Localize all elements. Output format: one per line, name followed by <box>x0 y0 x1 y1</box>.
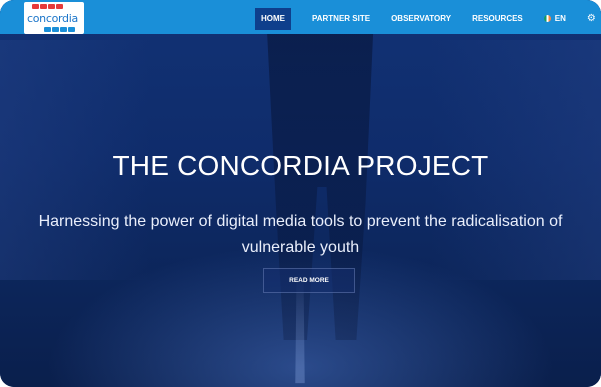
logo-text: concordia <box>27 12 78 25</box>
logo-block-icon <box>68 27 75 32</box>
logo-block-icon <box>60 27 67 32</box>
language-switcher[interactable]: EN <box>543 8 566 30</box>
logo-block-icon <box>48 4 55 9</box>
logo-block-icon <box>44 27 51 32</box>
nav-item-home[interactable]: HOME <box>255 8 291 30</box>
nav-item-observatory[interactable]: OBSERVATORY <box>391 8 451 30</box>
read-more-button[interactable]: READ MORE <box>263 268 355 293</box>
hero-title: THE CONCORDIA PROJECT <box>112 150 489 181</box>
nav-item-resources[interactable]: RESOURCES <box>472 8 523 30</box>
hero-subtitle: Harnessing the power of digital media to… <box>38 213 563 256</box>
logo-block-icon <box>40 4 47 9</box>
page-frame: concordia HOME PARTNER SITE OBSERVATORY … <box>0 0 601 387</box>
ireland-flag-icon <box>543 15 551 22</box>
logo-block-icon <box>56 4 63 9</box>
gear-icon[interactable]: ⚙ <box>587 8 596 30</box>
main-nav: HOME PARTNER SITE OBSERVATORY RESOURCES … <box>255 8 596 30</box>
language-label: EN <box>554 14 566 23</box>
logo-block-icon <box>32 4 39 9</box>
top-navigation-bar: concordia HOME PARTNER SITE OBSERVATORY … <box>0 0 601 34</box>
nav-item-partner-site[interactable]: PARTNER SITE <box>312 8 370 30</box>
concordia-logo[interactable]: concordia <box>24 2 84 34</box>
logo-block-icon <box>52 27 59 32</box>
